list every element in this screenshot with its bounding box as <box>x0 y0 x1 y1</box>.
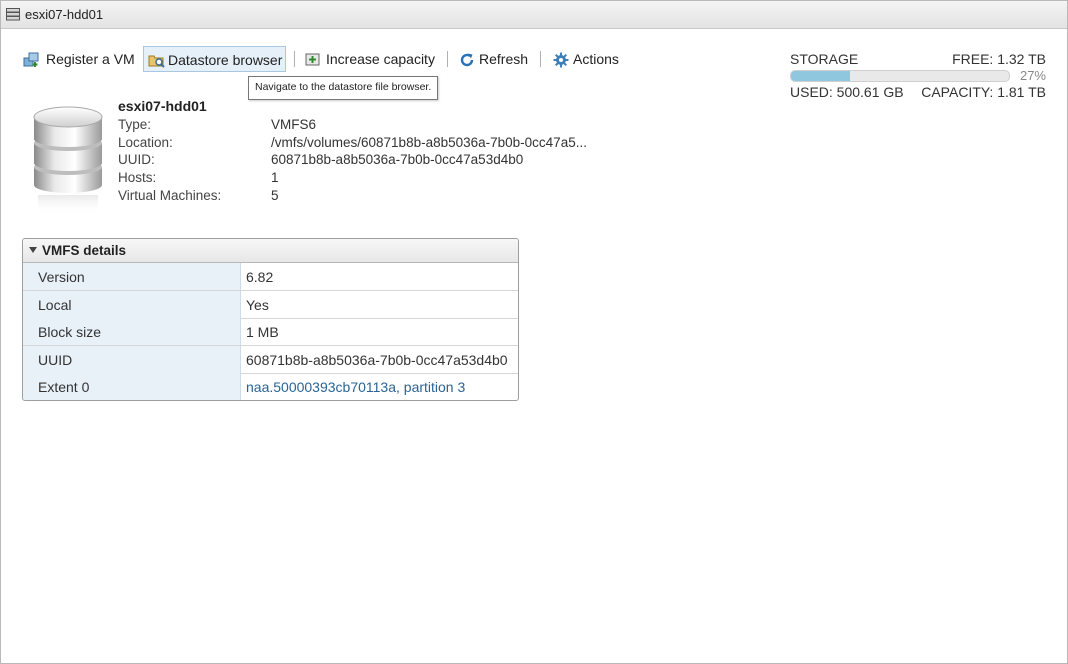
register-vm-label: Register a VM <box>46 51 135 67</box>
register-vm-button[interactable]: Register a VM <box>23 47 137 71</box>
summary-key: Type: <box>118 117 152 132</box>
details-row-block-size: Block size 1 MB <box>23 318 518 346</box>
details-key: UUID <box>38 352 73 368</box>
storage-capacity: CAPACITY: 1.81 TB <box>921 84 1046 100</box>
datastore-name: esxi07-hdd01 <box>118 98 207 114</box>
datastore-browser-tooltip: Navigate to the datastore file browser. <box>248 76 439 100</box>
summary-value: 5 <box>271 188 279 203</box>
refresh-button[interactable]: Refresh <box>459 47 529 71</box>
details-value: 1 MB <box>246 324 279 340</box>
details-key-cell: Local <box>23 291 241 318</box>
actions-button[interactable]: Actions <box>553 47 623 71</box>
vmfs-details-title: VMFS details <box>42 243 127 258</box>
summary-value: /vmfs/volumes/60871b8b-a8b5036a-7b0b-0cc… <box>271 135 587 150</box>
details-key-cell: Block size <box>23 318 241 345</box>
refresh-icon <box>460 53 474 67</box>
details-row-version: Version 6.82 <box>23 263 518 291</box>
details-value: 60871b8b-a8b5036a-7b0b-0cc47a53d4b0 <box>246 352 508 368</box>
storage-used: USED: 500.61 GB <box>790 84 904 100</box>
window-title: esxi07-hdd01 <box>25 7 104 22</box>
toolbar-divider <box>447 51 448 67</box>
summary-value: 60871b8b-a8b5036a-7b0b-0cc47a53d4b0 <box>271 152 524 167</box>
gear-icon <box>553 52 569 68</box>
datastore-window: esxi07-hdd01 Register a VM Datastore bro… <box>0 0 1068 664</box>
storage-title: STORAGE <box>790 51 859 67</box>
actions-label: Actions <box>573 51 619 67</box>
details-row-uuid: UUID 60871b8b-a8b5036a-7b0b-0cc47a53d4b0 <box>23 346 518 374</box>
vmfs-details-panel: VMFS details Version 6.82 Local Yes Bloc… <box>22 238 519 401</box>
details-key-cell: Version <box>23 263 241 290</box>
datastore-browser-button[interactable]: Datastore browser <box>143 46 286 72</box>
collapse-caret-icon[interactable] <box>29 247 37 253</box>
details-value: Yes <box>246 297 269 313</box>
datastore-browser-icon <box>148 55 165 68</box>
register-vm-icon <box>23 52 39 67</box>
toolbar-divider <box>294 51 295 67</box>
storage-usage-fill <box>791 71 850 81</box>
increase-capacity-icon <box>305 53 320 66</box>
datastore-browser-label: Datastore browser <box>168 52 283 68</box>
details-key: Version <box>38 269 85 285</box>
datastore-icon <box>6 8 20 26</box>
storage-free: FREE: 1.32 TB <box>952 51 1046 67</box>
increase-capacity-button[interactable]: Increase capacity <box>305 47 435 71</box>
summary-value: VMFS6 <box>271 117 317 132</box>
details-key: Block size <box>38 324 102 340</box>
details-row-local: Local Yes <box>23 291 518 319</box>
increase-capacity-label: Increase capacity <box>326 51 435 67</box>
details-row-extent: Extent 0 naa.50000393cb70113a, partition… <box>23 373 518 400</box>
summary-value: 1 <box>271 170 279 185</box>
details-key-cell: Extent 0 <box>23 373 241 400</box>
title-bar: esxi07-hdd01 <box>1 1 1067 29</box>
refresh-label: Refresh <box>479 51 529 67</box>
summary-key: Virtual Machines: <box>118 188 222 203</box>
vmfs-details-header[interactable]: VMFS details <box>23 239 518 263</box>
storage-percent: 27% <box>1019 68 1046 83</box>
storage-usage-bar <box>790 70 1010 82</box>
details-value: 6.82 <box>246 269 274 285</box>
details-key-cell: UUID <box>23 346 241 373</box>
summary-key: Location: <box>118 135 173 150</box>
datastore-large-icon <box>32 105 104 222</box>
toolbar-divider <box>540 51 541 67</box>
details-key: Local <box>38 297 72 313</box>
extent-link[interactable]: naa.50000393cb70113a, partition 3 <box>246 379 465 395</box>
summary-key: UUID: <box>118 152 155 167</box>
details-key: Extent 0 <box>38 379 90 395</box>
summary-key: Hosts: <box>118 170 157 185</box>
